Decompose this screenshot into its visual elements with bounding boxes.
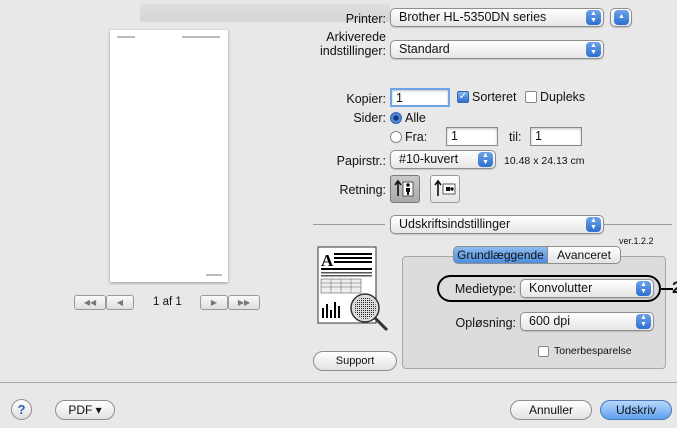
page-indicator: 1 af 1 <box>153 296 182 308</box>
popup-arrows-icon: ▲ ▼ <box>636 314 651 329</box>
paper-size-value: #10-kuvert <box>399 152 459 166</box>
preview-page <box>110 30 228 282</box>
pages-all-label: Alle <box>405 111 426 125</box>
popup-arrows-icon: ▲ ▼ <box>586 10 601 25</box>
first-page-button[interactable]: ◀◀ <box>74 295 106 310</box>
presets-value: Standard <box>399 42 450 56</box>
panel-popup-value: Udskriftsindstillinger <box>399 217 511 231</box>
printer-value: Brother HL-5350DN series <box>399 10 547 24</box>
collated-label: Sorteret <box>472 90 517 104</box>
document-magnifier-icon: A <box>317 246 389 332</box>
svg-text:A: A <box>321 251 334 270</box>
duplex-label: Dupleks <box>540 90 586 104</box>
printer-label: Printer: <box>345 12 386 26</box>
tab-avanceret-label: Avanceret <box>557 248 611 262</box>
panel-popup[interactable]: Udskriftsindstillinger ▲ ▼ <box>390 215 604 234</box>
landscape-person-icon <box>434 179 456 196</box>
copies-label: Kopier: <box>346 92 386 106</box>
popup-arrows-icon: ▲ ▼ <box>636 281 651 296</box>
paper-dimensions: 10.48 x 24.13 cm <box>504 155 585 167</box>
media-type-popup[interactable]: Konvolutter ▲ ▼ <box>520 279 654 298</box>
tab-grundlaeggende[interactable]: Grundlæggende <box>453 246 548 264</box>
media-type-label: Medietype: <box>454 282 516 296</box>
popup-arrows-icon: ▲ ▼ <box>586 217 601 232</box>
print-button[interactable]: Udskriv <box>600 400 672 420</box>
tab-grundlaeggende-label: Grundlæggende <box>457 248 544 262</box>
disclosure-triangle-icon: ▲ <box>614 10 629 25</box>
orientation-landscape-button[interactable] <box>430 175 460 203</box>
callout-number: 2 <box>672 278 677 297</box>
portrait-person-icon <box>394 179 414 197</box>
pages-all-radio[interactable] <box>390 112 402 124</box>
popup-arrows-icon: ▲ ▼ <box>586 42 601 57</box>
pages-from-radio[interactable] <box>390 131 402 143</box>
resolution-label: Opløsning: <box>455 316 516 330</box>
disclosure-button[interactable]: ▲ <box>610 8 632 27</box>
popup-arrows-icon: ▲ ▼ <box>478 152 493 167</box>
presets-label-line1: Arkiverede <box>326 30 386 44</box>
pages-from-field[interactable]: 1 <box>446 127 498 146</box>
orientation-portrait-button[interactable] <box>390 175 420 203</box>
pages-label: Sider: <box>353 111 386 125</box>
last-page-button[interactable]: ▶▶ <box>228 295 260 310</box>
pages-to-label: til: <box>509 130 522 144</box>
document-illustration: A <box>317 246 397 344</box>
printer-popup[interactable]: Brother HL-5350DN series ▲ ▼ <box>390 8 604 27</box>
collated-checkbox[interactable]: ✓ <box>457 91 469 103</box>
preview-nav: ◀◀ ◀ 1 af 1 ▶ ▶▶ <box>74 295 264 313</box>
bottom-divider <box>0 382 677 383</box>
version-label: ver.1.2.2 <box>619 236 654 246</box>
tab-avanceret[interactable]: Avanceret <box>547 246 621 264</box>
pages-to-field[interactable]: 1 <box>530 127 582 146</box>
help-button[interactable]: ? <box>11 399 32 420</box>
divider-left <box>313 224 385 225</box>
duplex-checkbox[interactable] <box>525 91 537 103</box>
orientation-label: Retning: <box>339 183 386 197</box>
presets-label-line2: indstillinger: <box>319 44 386 58</box>
copies-field[interactable]: 1 <box>390 88 450 107</box>
media-type-value: Konvolutter <box>529 281 593 295</box>
paper-size-popup[interactable]: #10-kuvert ▲ ▼ <box>390 150 496 169</box>
divider-right <box>604 224 672 225</box>
previous-page-button[interactable]: ◀ <box>106 295 134 310</box>
preview-footer <box>206 274 222 276</box>
preview-header-left <box>117 36 135 38</box>
cancel-button[interactable]: Annuller <box>510 400 592 420</box>
resolution-value: 600 dpi <box>529 314 571 328</box>
pages-from-label: Fra: <box>405 130 428 144</box>
help-icon: ? <box>17 402 26 417</box>
next-page-button[interactable]: ▶ <box>200 295 228 310</box>
preview-header-right <box>182 36 220 38</box>
resolution-popup[interactable]: 600 dpi ▲ ▼ <box>520 312 654 331</box>
toner-save-checkbox[interactable] <box>538 346 549 357</box>
support-button[interactable]: Support <box>313 351 397 371</box>
pdf-button[interactable]: PDF ▾ <box>55 400 115 420</box>
paper-size-label: Papirstr.: <box>336 154 386 168</box>
presets-popup[interactable]: Standard ▲ ▼ <box>390 40 604 59</box>
toner-save-label: Tonerbesparelse <box>554 345 632 357</box>
